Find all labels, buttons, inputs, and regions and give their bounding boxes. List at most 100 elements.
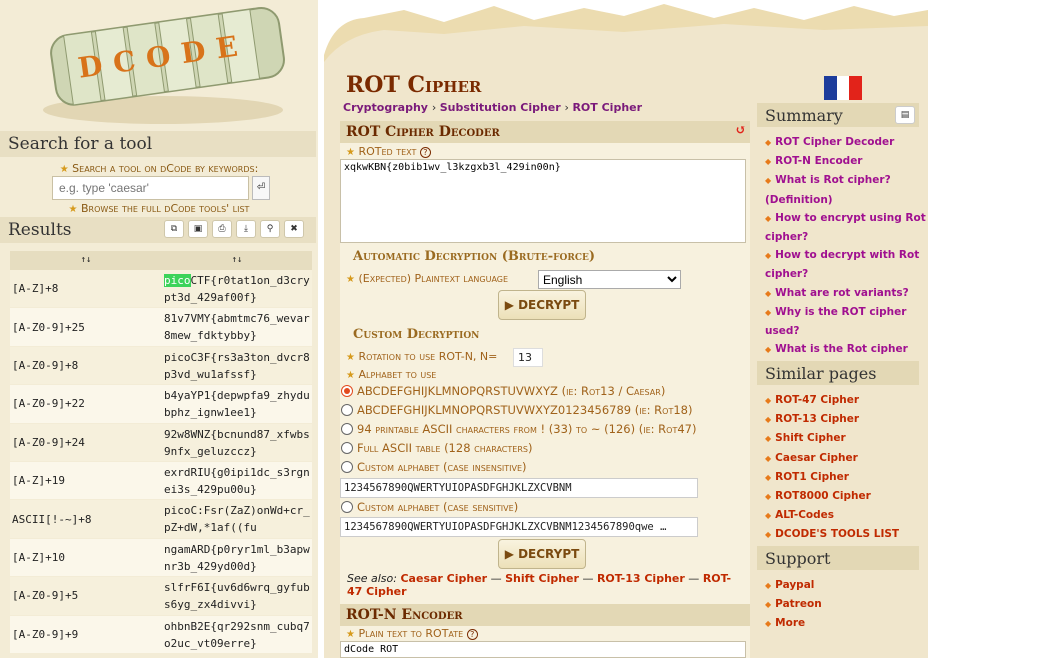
bullet-icon: ◆ [765,511,772,521]
radio-icon[interactable] [341,404,353,416]
breadcrumb: Cryptography › Substitution Cipher › ROT… [343,101,643,114]
bullet-icon: ◆ [765,581,772,590]
pin-icon[interactable]: ⚲ [260,220,280,238]
collapse-icon[interactable]: ▤ [895,106,915,124]
result-text[interactable]: picoC3F{rs3a3ton_dvcr8p3vd_wu1afssf} [162,347,312,384]
similar-link[interactable]: ◆ ROT8000 Cipher [765,487,930,506]
option-custom-insensitive[interactable]: Custom alphabet (case insensitive) [341,460,527,474]
summary-link[interactable]: ◆ Why is the ROT cipher used? [765,303,930,340]
table-row[interactable]: [A-Z0-9]+24 92w8WNZ{bcnund87_xfwbs9nfx_ge… [10,423,312,462]
rot-text-label: ★ ROTed text ? [346,145,431,158]
custom-alphabet-sensitive-input[interactable]: 1234567890QWERTYUIOPASDFGHJKLZXCVBNM1234… [340,517,698,537]
option-full-ascii[interactable]: Full ASCII table (128 characters) [341,441,532,455]
summary-list: ◆ ROT Cipher Decoder ◆ ROT-N Encoder ◆ What i… [765,133,930,378]
result-text[interactable]: picoCTF{r0tat1on_d3crypt3d_429af00f} [162,270,312,307]
summary-link[interactable]: ◆ ROT Cipher Decoder [765,133,930,152]
radio-selected-icon[interactable] [341,385,353,397]
result-value: exrdRIU{g0ipi1dc_s3rgnei3s_429pu00u} [164,465,310,496]
plain-text-label: ★ Plain text to ROTate ? [346,627,478,640]
custom-alphabet-input[interactable]: 1234567890QWERTYUIOPASDFGHJKLZXCVBNM [340,478,698,498]
result-text[interactable]: picoC:Fsr(ZaZ)onWd+cr_pZ+dW,*1af((fu [162,500,312,537]
see-also-caesar[interactable]: Caesar Cipher [400,572,487,585]
breadcrumb-cryptography[interactable]: Cryptography [343,101,428,114]
summary-link[interactable]: ◆ How to encrypt using Rot cipher? [765,209,930,246]
table-row[interactable]: [A-Z]+19 exrdRIU{g0ipi1dc_s3rgnei3s_429pu… [10,461,312,501]
result-text[interactable]: b4yaYP1{depwpfa9_zhydubphz_ignw1ee1} [162,385,312,422]
radio-icon[interactable] [341,442,353,454]
similar-link[interactable]: ◆ Caesar Cipher [765,449,930,468]
breadcrumb-substitution[interactable]: Substitution Cipher [440,101,561,114]
similar-link[interactable]: ◆ ROT-47 Cipher [765,391,930,410]
close-icon[interactable]: ✖ [284,220,304,238]
plain-text-input[interactable]: dCode ROT [340,641,746,658]
similar-link[interactable]: ◆ Shift Cipher [765,429,930,448]
help-icon[interactable]: ? [466,629,478,640]
result-text[interactable]: ngamARD{p0ryr1ml_b3apwnr3b_429yd00d} [162,539,312,576]
table-row[interactable]: [A-Z]+10 ngamARD{p0ryr1ml_b3apwnr3b_429yd… [10,538,312,578]
support-link[interactable]: ◆ Patreon [765,595,930,614]
option-rot13[interactable]: ABCDEFGHIJKLMNOPQRSTUVWXYZ (ie: Rot13 / … [341,384,665,398]
help-icon[interactable]: ? [419,147,431,158]
see-also-shift[interactable]: Shift Cipher [505,572,579,585]
support-link[interactable]: ◆ Paypal [765,576,930,595]
copy-icon[interactable]: ⧉ [164,220,184,238]
french-flag-icon[interactable] [824,76,863,100]
sort-col1-button[interactable]: ↑↓ [10,251,162,270]
support-link[interactable]: ◆ More [765,614,930,633]
enter-icon[interactable]: ⏎ [252,176,270,200]
dcode-logo[interactable]: DCODE [28,0,298,130]
radio-icon[interactable] [341,501,353,513]
table-row[interactable]: [A-Z0-9]+22 b4yaYP1{depwpfa9_zhydubphz_ig… [10,385,312,424]
summary-link[interactable]: ◆ What is Rot cipher? (Definition) [765,171,930,208]
similar-link[interactable]: ◆ ALT-Codes [765,506,930,525]
browse-tools-link[interactable]: ★ Browse the full dCode tools' list [0,202,318,215]
similar-link[interactable]: ◆ ROT1 Cipher [765,468,930,487]
table-row[interactable]: [A-Z0-9]+25 81v7VMY{abmtmc76_wevar8mew_fd… [10,308,312,347]
table-row[interactable]: [A-Z0-9]+9 ohbnB2E{qr292snm_cubq7o2uc_vt0… [10,615,312,654]
bullet-icon: ◆ [765,492,772,502]
result-text[interactable]: exrdRIU{g0ipi1dc_s3rgnei3s_429pu00u} [162,462,312,499]
table-row[interactable]: [A-Z0-9]+5 slfrF6I{uv6d6wrq_gyfubs6yg_zx4… [10,577,312,616]
result-text[interactable]: 81v7VMY{abmtmc76_wevar8mew_fdktybby} [162,308,312,345]
refresh-icon[interactable]: ↺ [735,123,746,138]
download-icon[interactable]: ⤓ [236,220,256,238]
result-text[interactable]: 92w8WNZ{bcnund87_xfwbs9nfx_geluzccz} [162,424,312,461]
similar-link[interactable]: ◆ DCODE'S TOOLS LIST [765,525,930,544]
summary-link-label: How to encrypt using Rot cipher? [765,211,926,244]
table-row[interactable]: [A-Z0-9]+8 picoC3F{rs3a3ton_dvcr8p3vd_wu1… [10,346,312,386]
option-rot47[interactable]: 94 printable ASCII characters from ! (33… [341,422,696,436]
decrypt-button[interactable]: ▶ DECRYPT [498,290,586,320]
result-value: ngamARD{p0ryr1ml_b3apwnr3b_429yd00d} [164,542,310,573]
summary-link[interactable]: ◆ What are rot variants? [765,284,930,303]
rotation-input[interactable]: 13 [513,348,543,367]
language-select[interactable]: English [538,270,681,289]
custom-decrypt-button[interactable]: ▶ DECRYPT [498,539,586,569]
table-row[interactable]: ASCII[!-~]+8 picoC:Fsr(ZaZ)onWd+cr_pZ+dW,… [10,500,312,539]
result-text[interactable]: slfrF6I{uv6d6wrq_gyfubs6yg_zx4divvi} [162,577,312,614]
summary-link[interactable]: ◆ ROT-N Encoder [765,152,930,171]
support-link-label: Paypal [775,579,815,591]
bullet-icon: ◆ [765,396,772,405]
clipboard-icon[interactable]: ▣ [188,220,208,238]
bullet-icon: ◆ [765,138,772,147]
print-icon[interactable]: ⎙ [212,220,232,238]
breadcrumb-rot[interactable]: ROT Cipher [572,101,642,114]
radio-icon[interactable] [341,461,353,473]
similar-heading: Similar pages [757,361,919,385]
summary-link[interactable]: ◆ How to decrypt with Rot cipher? [765,246,930,283]
decoder-heading: ROT Cipher Decoder ↺ [340,121,750,143]
option-custom-sensitive[interactable]: Custom alphabet (case sensitive) [341,500,518,514]
bullet-icon: ◆ [765,251,772,261]
result-text[interactable]: ohbnB2E{qr292snm_cubq7o2uc_vt09erre} [162,616,312,653]
table-row[interactable]: [A-Z]+8 picoCTF{r0tat1on_d3crypt3d_429af0… [10,270,312,309]
search-label[interactable]: ★ Search a tool on dCode by keywords: [0,162,318,175]
radio-icon[interactable] [341,423,353,435]
sort-col2-button[interactable]: ↑↓ [162,251,312,270]
see-also-rot13[interactable]: ROT-13 Cipher [597,572,685,585]
search-input[interactable] [52,176,249,200]
option-rot18[interactable]: ABCDEFGHIJKLMNOPQRSTUVWXYZ0123456789 (ie… [341,403,692,417]
bullet-icon: ◆ [765,619,772,629]
rot-text-input[interactable]: xqkwKBN{z0bib1wv_l3kzgxb3l_429in00n} [340,159,746,243]
similar-link-label: Caesar Cipher [775,451,858,464]
similar-link[interactable]: ◆ ROT-13 Cipher [765,410,930,429]
